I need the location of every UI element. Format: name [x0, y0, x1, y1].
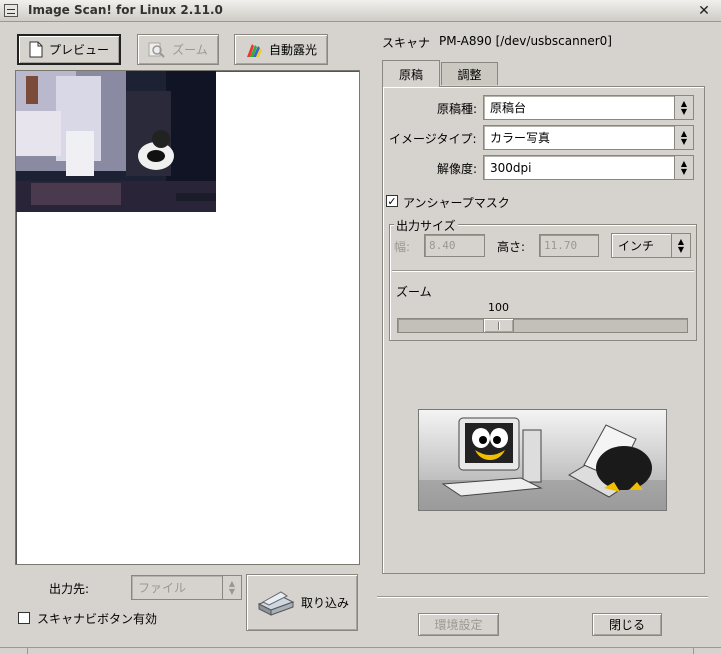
tab-adjust[interactable]: 調整: [441, 62, 498, 85]
resolution-value: 300dpi: [490, 160, 532, 175]
image-type-value: カラー写真: [490, 131, 551, 145]
output-destination-select[interactable]: ファイル ▲ ▼: [131, 575, 242, 600]
spin-arrows-icon: ▲ ▼: [674, 96, 693, 119]
zoom-button[interactable]: ズーム: [137, 34, 219, 65]
source-value: 原稿台: [490, 101, 527, 115]
output-destination-value: ファイル: [138, 581, 187, 595]
settings-button-label: 環境設定: [434, 618, 483, 632]
scanner-button-checkbox[interactable]: [18, 612, 30, 624]
settings-button[interactable]: 環境設定: [418, 613, 499, 636]
resolution-label: 解像度:: [437, 162, 478, 176]
window-menu-icon[interactable]: [4, 4, 18, 17]
spin-arrows-icon: ▲ ▼: [671, 234, 690, 257]
scanner-icon: [257, 590, 295, 616]
width-field[interactable]: 8.40: [424, 234, 485, 257]
resolution-select[interactable]: 300dpi ▲ ▼: [483, 155, 694, 180]
spin-arrows-icon: ▲ ▼: [674, 126, 693, 149]
preview-button[interactable]: プレビュー: [17, 34, 121, 65]
slider-grip-icon: [497, 321, 500, 330]
width-label: 幅:: [394, 240, 411, 254]
zoom-value: 100: [488, 301, 509, 314]
height-field[interactable]: 11.70: [539, 234, 599, 257]
image-type-select[interactable]: カラー写真 ▲ ▼: [483, 125, 694, 150]
window-title: Image Scan! for Linux 2.11.0: [28, 3, 223, 17]
unit-select[interactable]: インチ ▲ ▼: [611, 233, 691, 258]
resize-grip-right[interactable]: [693, 647, 721, 654]
auto-exposure-button[interactable]: 自動露光: [234, 34, 328, 65]
resize-grip-left[interactable]: [0, 647, 28, 654]
scan-button-label: 取り込み: [300, 596, 349, 610]
scan-button[interactable]: 取り込み: [246, 574, 358, 631]
unsharp-mask-checkbox[interactable]: ✓: [386, 195, 398, 207]
zoom-slider-handle[interactable]: [483, 318, 514, 333]
divider: [392, 270, 694, 272]
scanner-label: スキャナ: [382, 36, 431, 50]
zoom-label: ズーム: [396, 285, 432, 299]
tab-document[interactable]: 原稿: [382, 60, 440, 87]
unsharp-mask-label: アンシャープマスク: [403, 196, 510, 210]
output-size-group-label: 出力サイズ: [394, 217, 458, 234]
document-icon: [29, 41, 43, 58]
close-button-label: 閉じる: [608, 618, 645, 632]
window-bottom-edge: [0, 647, 721, 654]
tab-document-label: 原稿: [398, 67, 423, 82]
color-palette-icon: [246, 43, 262, 57]
preview-button-label: プレビュー: [48, 43, 109, 57]
image-type-label: イメージタイプ:: [389, 132, 477, 146]
footer-divider: [377, 596, 708, 598]
auto-exposure-button-label: 自動露光: [268, 43, 317, 57]
height-label: 高さ:: [497, 240, 526, 254]
zoom-button-label: ズーム: [172, 43, 208, 57]
unit-value: インチ: [618, 239, 655, 253]
tab-adjust-label: 調整: [457, 67, 482, 82]
source-select[interactable]: 原稿台 ▲ ▼: [483, 95, 694, 120]
window-close-button[interactable]: ✕: [696, 3, 712, 19]
spin-arrows-icon: ▲ ▼: [674, 156, 693, 179]
scanner-button-checkbox-label: スキャナビボタン有効: [37, 612, 158, 626]
preview-thumbnail: [16, 71, 216, 212]
source-label: 原稿種:: [437, 102, 478, 116]
scanner-device: PM-A890 [/dev/usbscanner0]: [439, 34, 612, 48]
close-button[interactable]: 閉じる: [592, 613, 662, 636]
output-destination-label: 出力先:: [49, 582, 90, 596]
magnifier-icon: [148, 42, 165, 58]
spin-arrows-icon: ▲ ▼: [222, 576, 241, 599]
scanner-mascot-illustration: [418, 409, 667, 511]
zoom-slider[interactable]: [397, 318, 688, 333]
